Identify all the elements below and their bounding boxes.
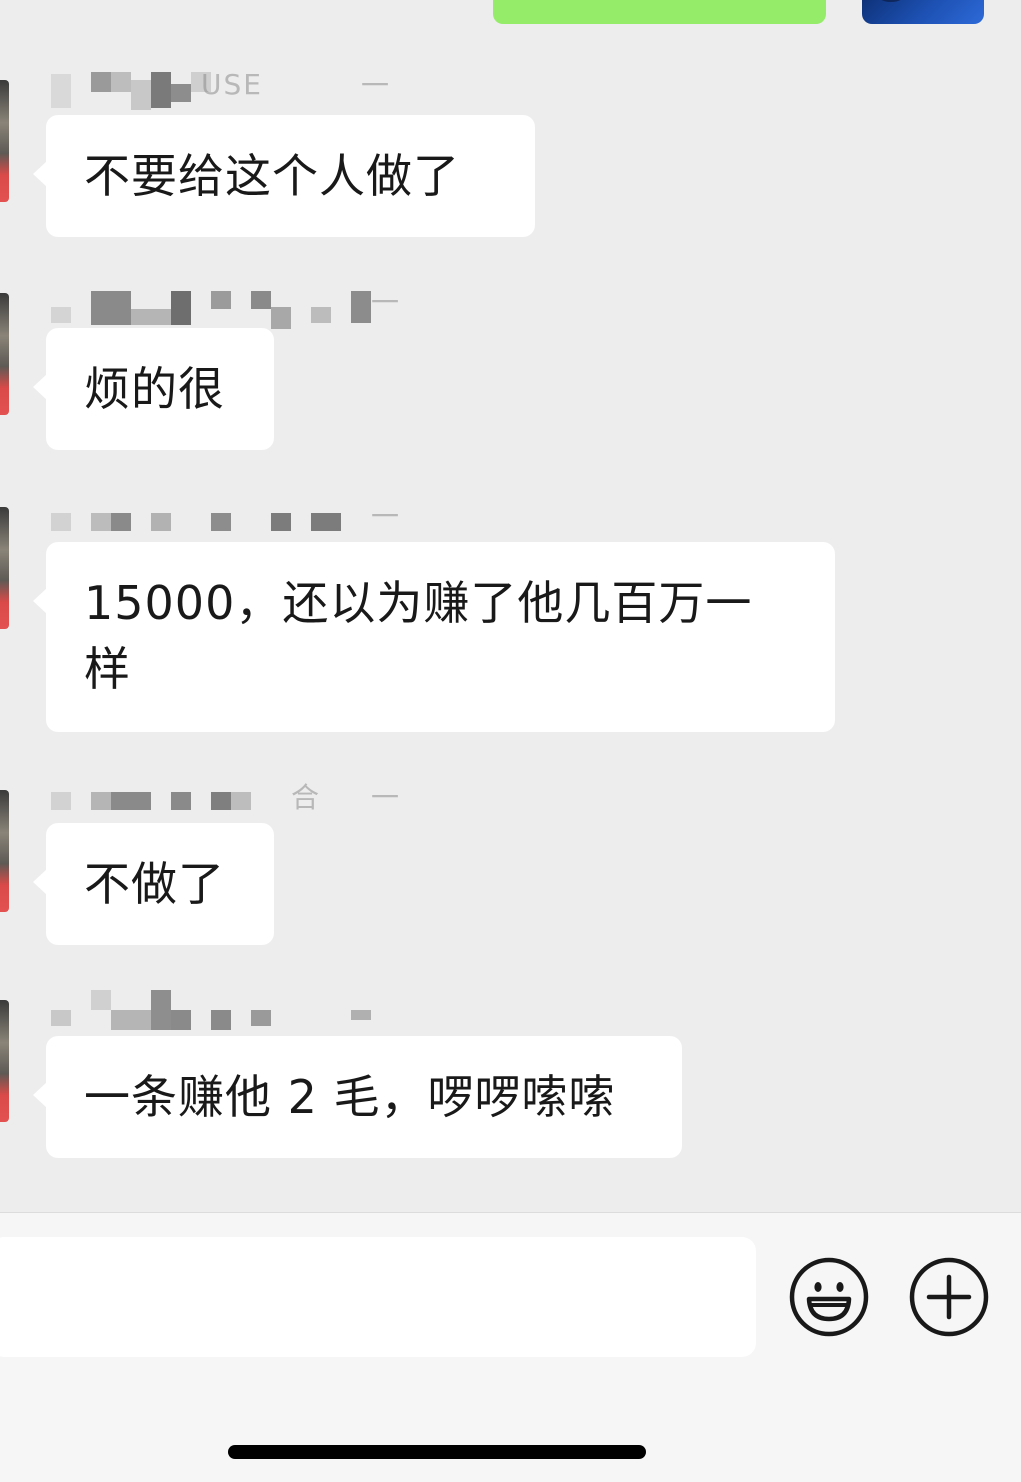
avatar[interactable] xyxy=(0,507,9,629)
message-bubble[interactable]: 不做了 xyxy=(33,823,274,945)
sender-name-text: 合 xyxy=(291,781,322,814)
plus-circle-icon[interactable] xyxy=(909,1257,989,1337)
message-bubble[interactable]: 不要给这个人做了 xyxy=(33,115,535,237)
avatar[interactable] xyxy=(0,790,9,912)
sender-name-tail: 一 xyxy=(371,286,402,319)
composer-bar xyxy=(0,1212,1021,1482)
sender-name-tail: 一 xyxy=(371,781,402,814)
avatar[interactable] xyxy=(0,80,9,202)
outgoing-message-bubble[interactable] xyxy=(493,0,826,24)
sender-name-blurred: 一 xyxy=(51,500,401,543)
sender-name-tail: 一 xyxy=(361,69,392,102)
sender-name-blurred: USE 一 xyxy=(51,68,401,110)
message-bubble[interactable]: 15000，还以为赚了他几百万一样 xyxy=(33,542,835,732)
message-bubble[interactable]: 烦的很 xyxy=(33,328,274,450)
home-indicator[interactable] xyxy=(228,1445,646,1459)
sender-name-blurred xyxy=(51,990,401,1030)
sender-name-blurred: 一 xyxy=(51,286,401,329)
chat-screen: USE 一 不要给这个人做了 一 烦的很 一 15000，还以为赚了他几百万一样… xyxy=(0,0,1021,1482)
message-bubble[interactable]: 一条赚他 2 毛，啰啰嗦嗦 xyxy=(33,1036,682,1158)
sender-name-tail: 一 xyxy=(371,500,402,533)
sender-name-text: USE xyxy=(201,68,263,101)
message-input[interactable] xyxy=(0,1237,756,1357)
avatar[interactable] xyxy=(0,1000,9,1122)
self-avatar[interactable] xyxy=(862,0,984,24)
smiley-face-icon[interactable] xyxy=(789,1257,869,1337)
sender-name-blurred: 合 一 xyxy=(51,781,401,824)
avatar[interactable] xyxy=(0,293,9,415)
